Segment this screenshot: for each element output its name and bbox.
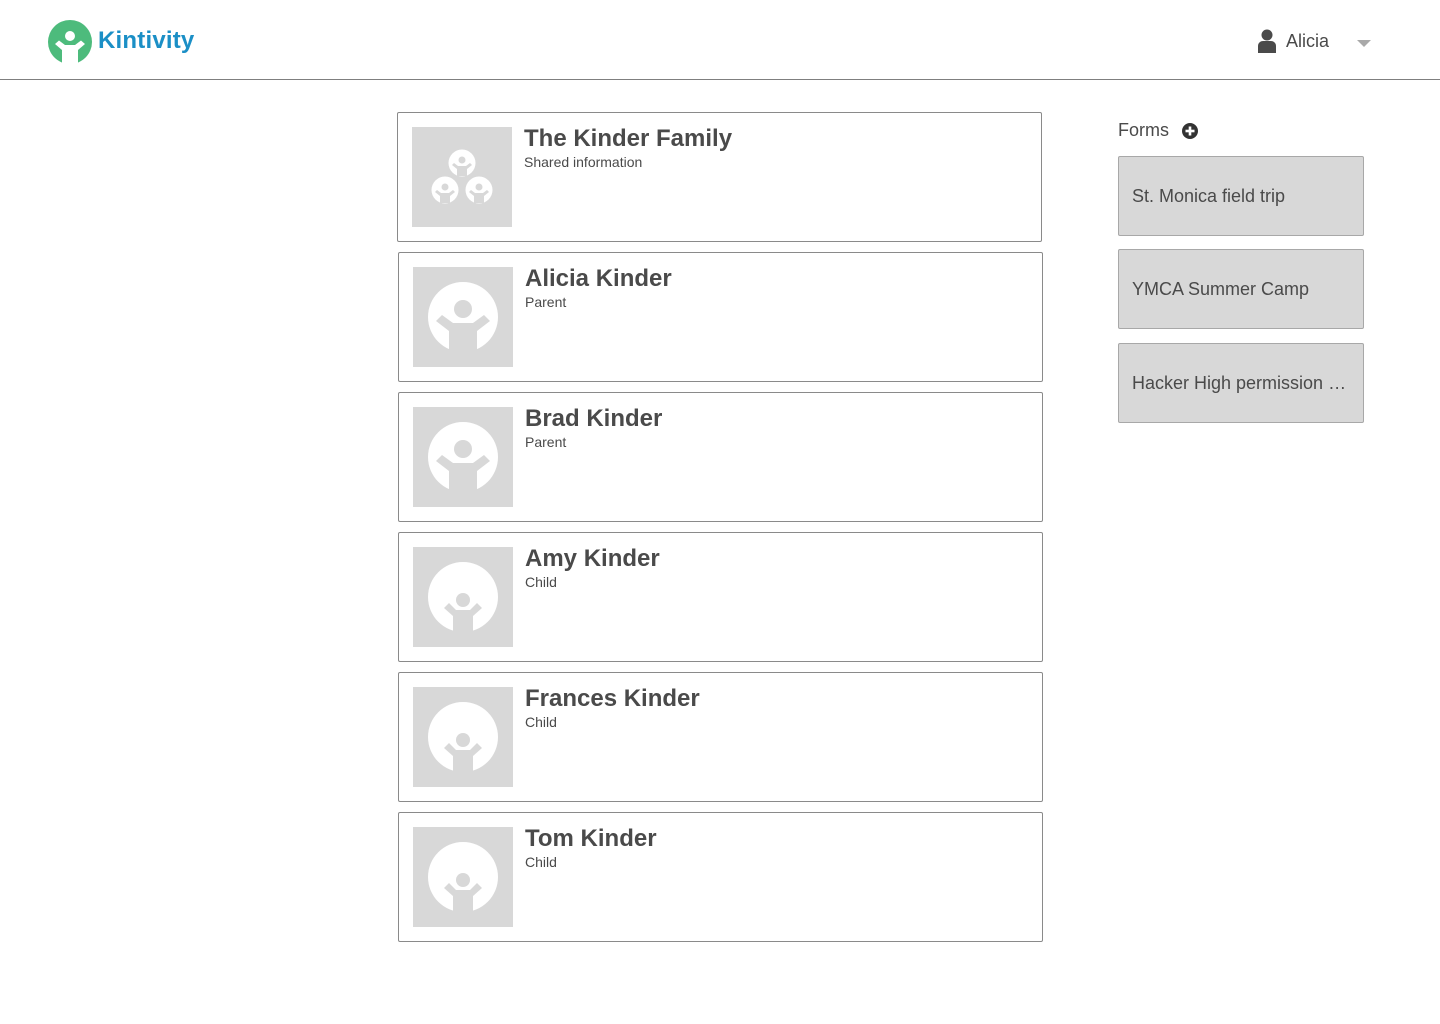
member-avatar [413,407,513,507]
member-name: Frances Kinder [525,685,700,712]
member-name: Tom Kinder [525,825,657,852]
form-title: YMCA Summer Camp [1132,279,1310,299]
member-avatar [413,687,513,787]
form-tile[interactable]: YMCA Summer Camp [1118,249,1364,329]
child-person-icon [428,562,498,632]
brand-name: Kintivity [98,27,195,54]
forms-title: Forms [1118,120,1169,140]
member-name: The Kinder Family [524,125,733,152]
form-tile[interactable]: Hacker High permission slip [1118,343,1364,423]
member-role: Child [525,574,557,590]
member-avatar [413,267,513,367]
user-icon [1258,29,1276,53]
member-card-amy[interactable]: Amy Kinder Child [398,532,1043,662]
member-role: Child [525,854,557,870]
member-role: Shared information [524,154,643,170]
chevron-down-icon[interactable] [1357,40,1371,47]
top-header: Kintivity Alicia [0,0,1440,80]
form-tile[interactable]: St. Monica field trip [1118,156,1364,236]
kintivity-logo-icon [48,20,92,64]
adult-person-icon [428,282,498,352]
member-avatar [413,547,513,647]
member-role: Child [525,714,557,730]
member-role: Parent [525,434,567,450]
form-title: Hacker High permission slip [1132,373,1350,393]
family-avatar [412,127,512,227]
family-group-icon [431,149,493,204]
member-avatar [413,827,513,927]
user-menu[interactable]: Alicia [1258,28,1374,58]
family-card[interactable]: The Kinder Family Shared information [397,112,1042,242]
member-name: Amy Kinder [525,545,660,572]
child-person-icon [428,702,498,772]
member-card-frances[interactable]: Frances Kinder Child [398,672,1043,802]
child-person-icon [428,842,498,912]
member-role: Parent [525,294,567,310]
plus-circle-icon[interactable] [1182,122,1198,139]
member-name: Alicia Kinder [525,265,672,292]
member-card-tom[interactable]: Tom Kinder Child [398,812,1043,942]
form-title: St. Monica field trip [1132,186,1286,206]
user-name: Alicia [1286,31,1330,51]
member-card-brad[interactable]: Brad Kinder Parent [398,392,1043,522]
forms-header: Forms [1118,120,1198,141]
member-card-alicia[interactable]: Alicia Kinder Parent [398,252,1043,382]
adult-person-icon [428,422,498,492]
member-name: Brad Kinder [525,405,663,432]
brand-logo[interactable]: Kintivity [48,20,194,64]
